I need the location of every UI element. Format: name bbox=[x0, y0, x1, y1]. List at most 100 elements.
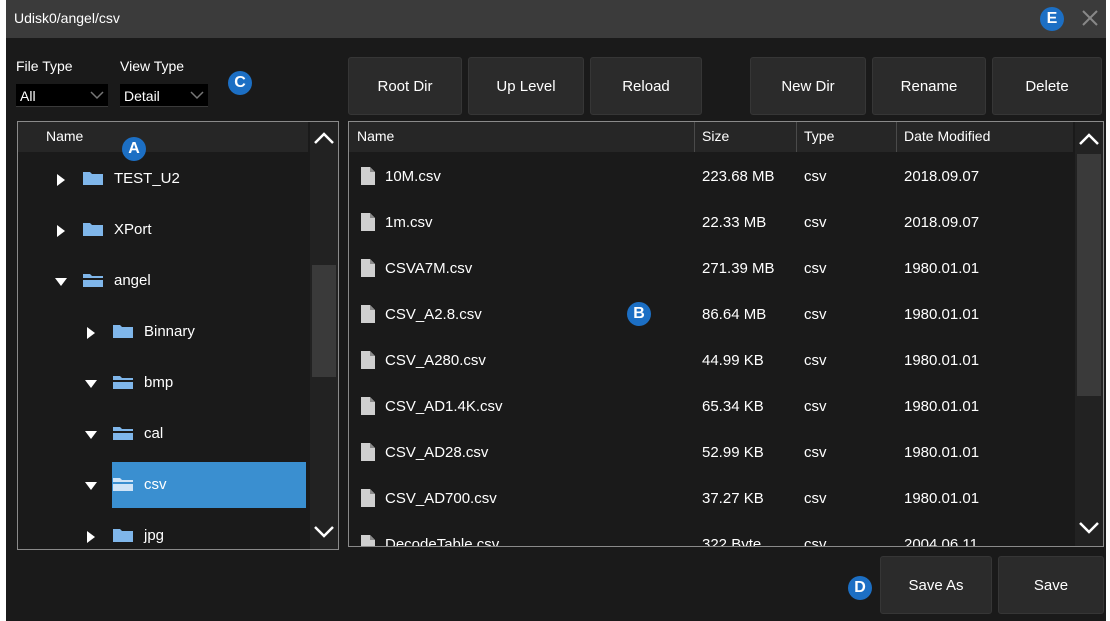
file-document-icon bbox=[361, 259, 375, 277]
caret-down-icon[interactable] bbox=[84, 377, 98, 391]
file-type: csv bbox=[804, 444, 827, 461]
caret-right-icon[interactable] bbox=[84, 326, 98, 340]
column-header-name[interactable]: Name bbox=[357, 128, 394, 144]
folder-open-icon bbox=[113, 376, 133, 389]
file-date: 2004.06.11 bbox=[904, 536, 978, 547]
scroll-up-icon[interactable] bbox=[313, 130, 335, 146]
chevron-down-icon bbox=[190, 91, 204, 100]
file-size: 271.39 MB bbox=[702, 260, 775, 277]
file-size: 86.64 MB bbox=[702, 306, 767, 323]
tree-item-binnary[interactable]: Binnary bbox=[18, 309, 308, 355]
save-as-button[interactable]: Save As bbox=[880, 556, 992, 614]
file-date: 1980.01.01 bbox=[904, 490, 980, 507]
column-divider bbox=[896, 122, 897, 152]
window-title: Udisk0/angel/csv bbox=[14, 10, 120, 26]
file-document-icon bbox=[361, 351, 375, 369]
column-header-size[interactable]: Size bbox=[702, 128, 729, 144]
tree-item-label: Binnary bbox=[144, 323, 195, 340]
file-name: CSV_AD28.csv bbox=[385, 444, 489, 461]
caret-down-icon[interactable] bbox=[84, 428, 98, 442]
file-row[interactable]: CSV_AD1.4K.csv 65.34 KB csv 1980.01.01 bbox=[349, 385, 1061, 431]
file-document-icon bbox=[361, 397, 375, 415]
file-row[interactable]: CSV_AD700.csv 37.27 KB csv 1980.01.01 bbox=[349, 477, 1061, 523]
tree-item-label: cal bbox=[144, 425, 164, 442]
up-level-button[interactable]: Up Level bbox=[468, 57, 584, 115]
file-date: 1980.01.01 bbox=[904, 352, 980, 369]
file-date: 1980.01.01 bbox=[904, 306, 980, 323]
caret-right-icon[interactable] bbox=[54, 173, 68, 187]
scroll-up-icon[interactable] bbox=[1078, 131, 1100, 147]
file-date: 2018.09.07 bbox=[904, 214, 980, 231]
tree-item-jpg[interactable]: jpg bbox=[18, 513, 308, 549]
file-list-scroll-thumb[interactable] bbox=[1077, 154, 1101, 396]
close-icon[interactable] bbox=[1078, 6, 1102, 30]
file-type: csv bbox=[804, 398, 827, 415]
folder-icon bbox=[83, 172, 103, 185]
tree-item-csv[interactable]: csv bbox=[18, 462, 308, 508]
file-row[interactable]: DecodeTable.csv 322 Byte csv 2004.06.11 bbox=[349, 523, 1061, 547]
file-list-scrollbar[interactable] bbox=[1075, 122, 1103, 546]
file-type-label: File Type bbox=[16, 58, 73, 74]
callout-badge-a: A bbox=[122, 137, 146, 161]
file-document-icon bbox=[361, 443, 375, 461]
rename-button[interactable]: Rename bbox=[872, 57, 986, 115]
file-date: 1980.01.01 bbox=[904, 260, 980, 277]
view-type-select[interactable]: Detail bbox=[120, 84, 208, 107]
file-document-icon bbox=[361, 167, 375, 185]
file-name: 10M.csv bbox=[385, 168, 441, 185]
file-row[interactable]: CSV_A2.8.csv 86.64 MB csv 1980.01.01 bbox=[349, 293, 1061, 339]
delete-button[interactable]: Delete bbox=[992, 57, 1102, 115]
file-size: 223.68 MB bbox=[702, 168, 775, 185]
caret-right-icon[interactable] bbox=[54, 224, 68, 238]
scroll-down-icon[interactable] bbox=[1078, 520, 1100, 536]
folder-open-icon bbox=[113, 478, 133, 491]
file-type-select[interactable]: All bbox=[16, 84, 108, 107]
scroll-down-icon[interactable] bbox=[313, 524, 335, 540]
file-document-icon bbox=[361, 213, 375, 231]
file-size: 37.27 KB bbox=[702, 490, 764, 507]
file-size: 44.99 KB bbox=[702, 352, 764, 369]
tree-item-label: jpg bbox=[144, 527, 165, 544]
file-row[interactable]: 10M.csv 223.68 MB csv 2018.09.07 bbox=[349, 155, 1061, 201]
tree-scrollbar[interactable] bbox=[310, 122, 338, 549]
selection-highlight bbox=[112, 462, 306, 508]
column-divider bbox=[796, 122, 797, 152]
file-list-header: Name Size Type Date Modified bbox=[349, 122, 1073, 152]
file-row[interactable]: CSVA7M.csv 271.39 MB csv 1980.01.01 bbox=[349, 247, 1061, 293]
tree-item-bmp[interactable]: bmp bbox=[18, 360, 308, 406]
file-date: 1980.01.01 bbox=[904, 444, 980, 461]
tree-item-cal[interactable]: cal bbox=[18, 411, 308, 457]
file-manager-window: Udisk0/angel/csv E File Type All View Ty… bbox=[6, 0, 1106, 621]
file-row[interactable]: CSV_A280.csv 44.99 KB csv 1980.01.01 bbox=[349, 339, 1061, 385]
file-size: 22.33 MB bbox=[702, 214, 767, 231]
file-date: 2018.09.07 bbox=[904, 168, 980, 185]
file-size: 52.99 KB bbox=[702, 444, 764, 461]
file-row[interactable]: 1m.csv 22.33 MB csv 2018.09.07 bbox=[349, 201, 1061, 247]
file-row[interactable]: CSV_AD28.csv 52.99 KB csv 1980.01.01 bbox=[349, 431, 1061, 477]
root-dir-button[interactable]: Root Dir bbox=[348, 57, 462, 115]
tree-header-name: Name bbox=[46, 128, 84, 144]
reload-button[interactable]: Reload bbox=[590, 57, 702, 115]
folder-open-icon bbox=[113, 427, 133, 440]
file-name: CSV_AD1.4K.csv bbox=[385, 398, 503, 415]
new-dir-button[interactable]: New Dir bbox=[750, 57, 866, 115]
tree-scroll-thumb[interactable] bbox=[312, 265, 336, 377]
file-size: 322 Byte bbox=[702, 536, 762, 547]
caret-right-icon[interactable] bbox=[84, 530, 98, 544]
file-name: CSV_A2.8.csv bbox=[385, 306, 482, 323]
save-button[interactable]: Save bbox=[998, 556, 1104, 614]
caret-down-icon[interactable] bbox=[84, 479, 98, 493]
file-document-icon bbox=[361, 305, 375, 323]
caret-down-icon[interactable] bbox=[54, 275, 68, 289]
callout-badge-d: D bbox=[848, 576, 872, 600]
tree-item-angel[interactable]: angel bbox=[18, 258, 308, 304]
column-header-type[interactable]: Type bbox=[804, 128, 834, 144]
tree-item-test-u2[interactable]: TEST_U2 bbox=[18, 156, 308, 202]
column-header-date[interactable]: Date Modified bbox=[904, 128, 990, 144]
folder-icon bbox=[113, 325, 133, 338]
file-type: csv bbox=[804, 352, 827, 369]
file-type: csv bbox=[804, 214, 827, 231]
tree-item-xport[interactable]: XPort bbox=[18, 207, 308, 253]
folder-icon bbox=[113, 529, 133, 542]
file-name: DecodeTable.csv bbox=[385, 536, 500, 547]
